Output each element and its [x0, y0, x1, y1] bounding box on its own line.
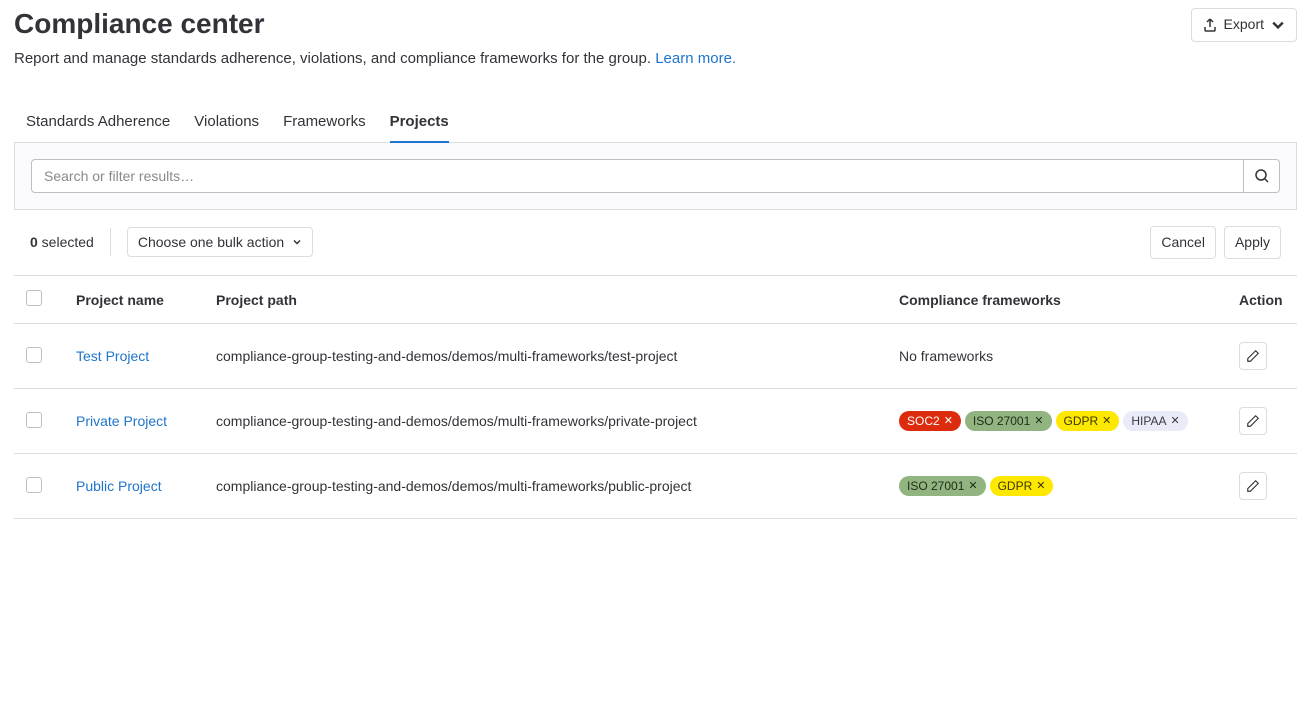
remove-framework-icon[interactable]: ✕	[968, 478, 977, 494]
bulk-action-dropdown[interactable]: Choose one bulk action	[127, 227, 313, 257]
pencil-icon	[1246, 479, 1260, 493]
framework-badge-label: HIPAA	[1131, 413, 1166, 429]
export-label: Export	[1224, 15, 1264, 35]
select-all-checkbox[interactable]	[26, 290, 42, 306]
remove-framework-icon[interactable]: ✕	[944, 413, 953, 429]
project-link[interactable]: Test Project	[76, 348, 149, 364]
remove-framework-icon[interactable]: ✕	[1036, 478, 1045, 494]
project-path: compliance-group-testing-and-demos/demos…	[204, 324, 887, 389]
table-row: Test Project compliance-group-testing-and…	[14, 324, 1297, 389]
chevron-down-icon	[292, 237, 302, 247]
divider	[110, 228, 111, 256]
project-link[interactable]: Public Project	[76, 478, 162, 494]
framework-badge-label: SOC2	[907, 413, 940, 429]
search-icon	[1254, 168, 1270, 184]
remove-framework-icon[interactable]: ✕	[1102, 413, 1111, 429]
upload-icon	[1202, 17, 1218, 33]
col-header-action: Action	[1227, 276, 1297, 324]
projects-table: Project name Project path Compliance fra…	[14, 275, 1297, 519]
pencil-icon	[1246, 414, 1260, 428]
tab-projects[interactable]: Projects	[390, 103, 449, 142]
row-checkbox[interactable]	[26, 477, 42, 493]
search-button[interactable]	[1244, 159, 1280, 193]
framework-badge-label: ISO 27001	[907, 478, 964, 494]
framework-badge: GDPR✕	[1056, 411, 1120, 431]
framework-badge: GDPR✕	[990, 476, 1054, 496]
export-button[interactable]: Export	[1191, 8, 1297, 42]
framework-badge: SOC2✕	[899, 411, 961, 431]
table-row: Private Project compliance-group-testing-…	[14, 389, 1297, 454]
col-header-frameworks: Compliance frameworks	[887, 276, 1227, 324]
table-row: Public Project compliance-group-testing-a…	[14, 454, 1297, 519]
cancel-button[interactable]: Cancel	[1150, 226, 1216, 260]
pencil-icon	[1246, 349, 1260, 363]
learn-more-link[interactable]: Learn more.	[655, 50, 736, 67]
project-path: compliance-group-testing-and-demos/demos…	[204, 454, 887, 519]
framework-badge: HIPAA ✕	[1123, 411, 1187, 431]
framework-badge: ISO 27001✕	[965, 411, 1052, 431]
no-frameworks: No frameworks	[899, 348, 993, 364]
framework-badge-label: GDPR	[998, 478, 1033, 494]
edit-button[interactable]	[1239, 342, 1267, 370]
tabs: Standards Adherence Violations Frameworks P…	[14, 103, 1297, 143]
col-header-path: Project path	[204, 276, 887, 324]
search-input[interactable]	[31, 159, 1244, 193]
framework-badge: ISO 27001✕	[899, 476, 986, 496]
remove-framework-icon[interactable]: ✕	[1171, 413, 1180, 429]
edit-button[interactable]	[1239, 407, 1267, 435]
tab-frameworks[interactable]: Frameworks	[283, 103, 366, 142]
edit-button[interactable]	[1239, 472, 1267, 500]
apply-button[interactable]: Apply	[1224, 226, 1281, 260]
row-checkbox[interactable]	[26, 347, 42, 363]
framework-badge-label: GDPR	[1064, 413, 1099, 429]
tab-standards-adherence[interactable]: Standards Adherence	[26, 103, 170, 142]
project-path: compliance-group-testing-and-demos/demos…	[204, 389, 887, 454]
page-description: Report and manage standards adherence, v…	[14, 50, 1297, 67]
page-title: Compliance center	[14, 8, 265, 40]
selected-count: 0 selected	[30, 234, 94, 250]
tab-violations[interactable]: Violations	[194, 103, 259, 142]
remove-framework-icon[interactable]: ✕	[1034, 413, 1043, 429]
project-link[interactable]: Private Project	[76, 413, 167, 429]
framework-badge-label: ISO 27001	[973, 413, 1030, 429]
chevron-down-icon	[1270, 17, 1286, 33]
row-checkbox[interactable]	[26, 412, 42, 428]
col-header-name: Project name	[64, 276, 204, 324]
